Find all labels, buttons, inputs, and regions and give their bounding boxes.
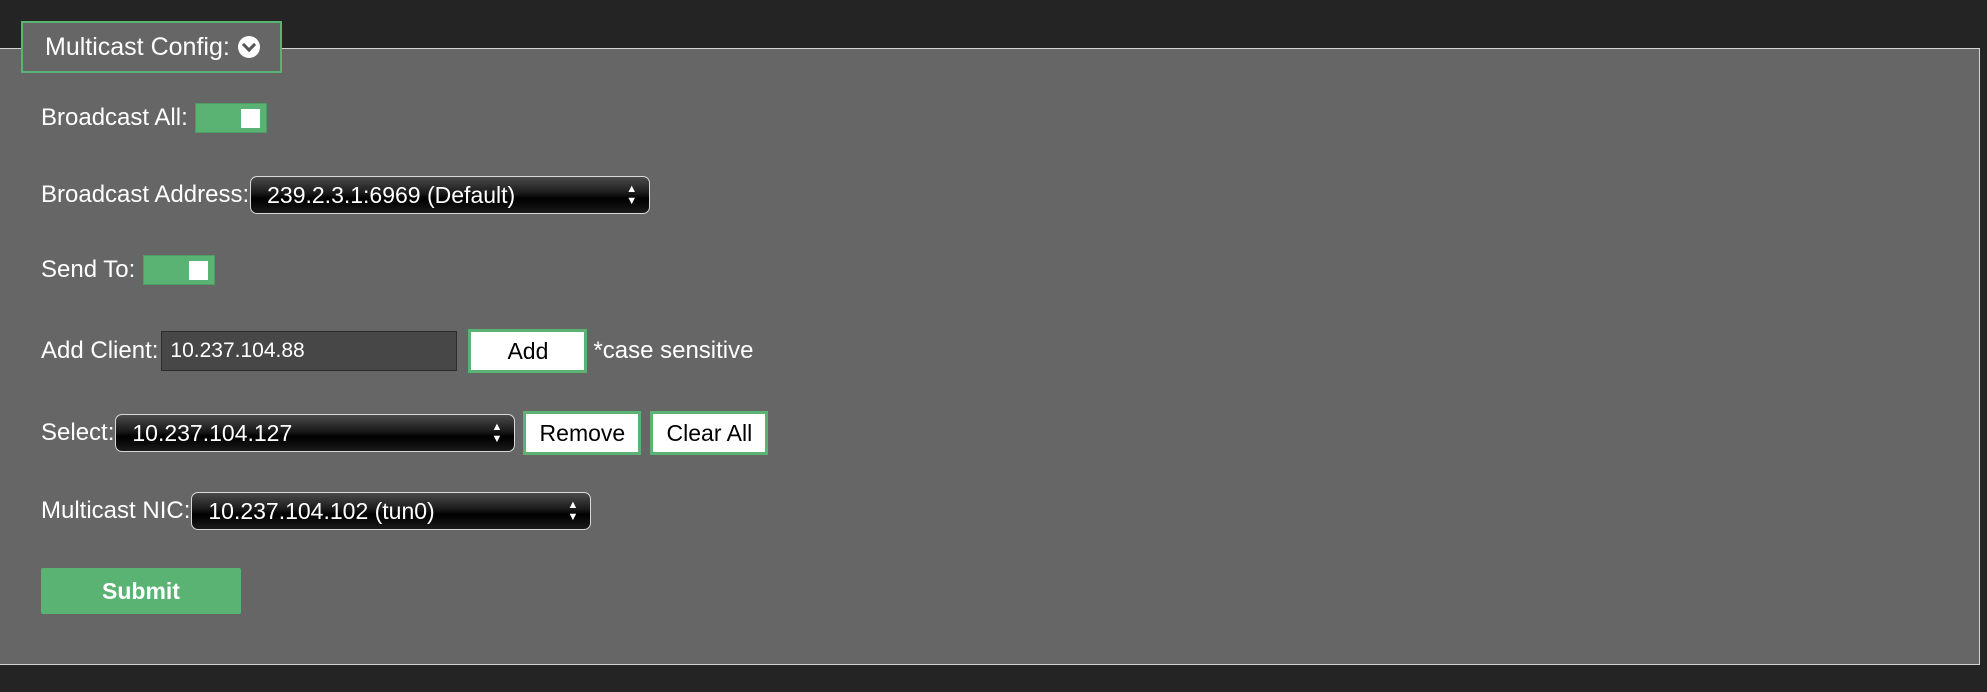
multicast-nic-value: 10.237.104.102 (tun0) [208, 497, 435, 524]
section-header-multicast-config[interactable]: Multicast Config: [21, 21, 282, 73]
chevron-down-icon[interactable] [237, 36, 260, 58]
select-label: Select: [41, 419, 115, 446]
add-client-label: Add Client: [41, 337, 159, 364]
toggle-knob [240, 109, 260, 128]
add-button[interactable]: Add [468, 329, 588, 373]
multicast-nic-row: Multicast NIC: 10.237.104.102 (tun0) ▲ ▼ [41, 492, 592, 530]
select-row: Select: 10.237.104.127 ▲ ▼ Remove Clear A… [41, 411, 769, 455]
select-arrows-icon: ▲ ▼ [626, 183, 638, 207]
select-arrows-icon: ▲ ▼ [491, 421, 503, 445]
broadcast-address-row: Broadcast Address: 239.2.3.1:6969 (Defau… [41, 176, 651, 214]
broadcast-address-value: 239.2.3.1:6969 (Default) [267, 181, 516, 208]
clear-all-button[interactable]: Clear All [650, 411, 769, 455]
send-to-label: Send To: [41, 256, 136, 283]
multicast-nic-label: Multicast NIC: [41, 497, 191, 524]
submit-button[interactable]: Submit [41, 568, 241, 614]
toggle-knob [189, 261, 209, 280]
send-to-row: Send To: [41, 255, 216, 285]
broadcast-all-row: Broadcast All: [41, 103, 267, 133]
multicast-nic-select[interactable]: 10.237.104.102 (tun0) ▲ ▼ [191, 492, 592, 530]
case-sensitive-note: *case sensitive [593, 337, 754, 364]
add-client-input[interactable]: 10.237.104.88 [161, 331, 458, 371]
add-client-input-value: 10.237.104.88 [170, 339, 305, 362]
client-select[interactable]: 10.237.104.127 ▲ ▼ [115, 414, 516, 452]
client-select-value: 10.237.104.127 [132, 419, 293, 446]
broadcast-address-label: Broadcast Address: [41, 181, 250, 208]
broadcast-address-select[interactable]: 239.2.3.1:6969 (Default) ▲ ▼ [250, 176, 651, 214]
broadcast-all-toggle[interactable] [194, 103, 267, 133]
remove-button[interactable]: Remove [523, 411, 642, 455]
send-to-toggle[interactable] [143, 255, 216, 285]
broadcast-all-label: Broadcast All: [41, 104, 188, 131]
add-client-row: Add Client: 10.237.104.88 Add *case sens… [41, 329, 753, 373]
section-title: Multicast Config: [45, 32, 230, 61]
select-arrows-icon: ▲ ▼ [567, 499, 579, 523]
